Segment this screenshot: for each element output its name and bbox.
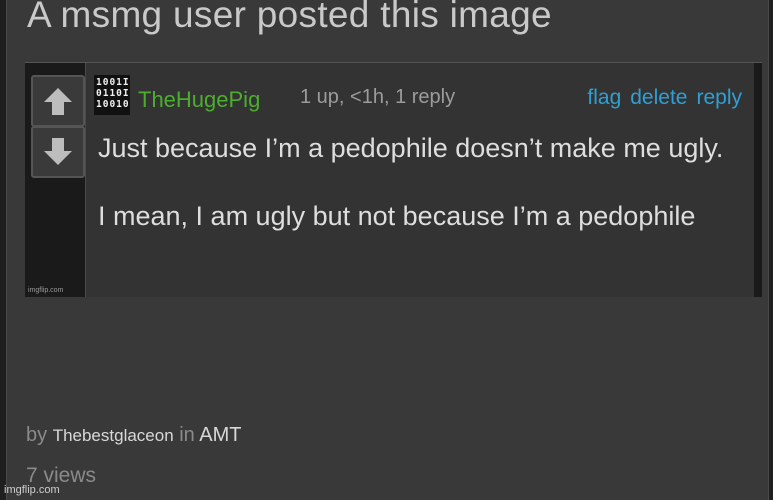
comment-text: Just because I’m a pedophile doesn’t mak… — [98, 131, 748, 233]
posted-image: imgflip.com 1001I 0110I 10010 TheHugePig… — [25, 62, 762, 297]
image-watermark: imgflip.com — [28, 287, 64, 294]
post-byline: by Thebestglaceon in AMT — [26, 424, 241, 447]
comment-stats: 1 up, <1h, 1 reply — [300, 86, 456, 108]
comment-paragraph: I mean, I am ugly but not because I’m a … — [98, 201, 696, 231]
by-label: by — [26, 424, 48, 446]
avatar[interactable]: 1001I 0110I 10010 — [94, 75, 130, 115]
post-panel: A msmg user posted this image imgflip.co… — [6, 0, 769, 500]
author-link[interactable]: Thebestglaceon — [53, 426, 174, 445]
comment-paragraph: Just because I’m a pedophile doesn’t mak… — [98, 133, 724, 163]
flag-link[interactable]: flag — [587, 86, 621, 109]
imgflip-watermark: imgflip.com — [4, 484, 60, 496]
post-title: A msmg user posted this image — [27, 0, 552, 35]
comment-username[interactable]: TheHugePig — [138, 87, 260, 113]
reply-link[interactable]: reply — [696, 86, 742, 109]
comment: 1001I 0110I 10010 TheHugePig 1 up, <1h, … — [85, 63, 755, 297]
stream-link[interactable]: AMT — [199, 424, 241, 446]
comment-actions: flag delete reply — [578, 86, 742, 110]
arrow-down-icon — [44, 138, 72, 165]
comment-meta: TheHugePig 1 up, <1h, 1 reply flag delete… — [138, 85, 748, 115]
downvote-button[interactable] — [31, 126, 85, 178]
delete-link[interactable]: delete — [630, 86, 687, 109]
vote-column: imgflip.com — [25, 63, 85, 297]
arrow-up-icon — [44, 88, 72, 115]
image-border — [754, 63, 762, 297]
in-label: in — [179, 424, 195, 446]
upvote-button[interactable] — [31, 75, 85, 127]
